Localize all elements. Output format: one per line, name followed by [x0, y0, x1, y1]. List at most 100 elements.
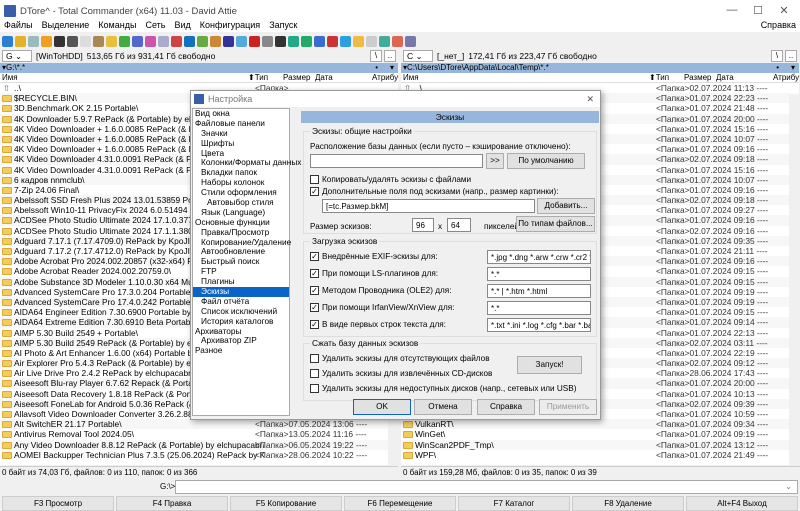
cancel-button[interactable]: Отмена [414, 399, 472, 415]
toolbar-button-icon[interactable] [184, 36, 195, 47]
menu-item[interactable]: Запуск [269, 20, 297, 30]
toolbar-button-icon[interactable] [145, 36, 156, 47]
file-row[interactable]: Any Video Downloader 8.8.12 RePack (& Po… [0, 440, 398, 450]
toolbar-button-icon[interactable] [28, 36, 39, 47]
fkey-button[interactable]: F3 Просмотр [2, 496, 114, 511]
toolbar-button-icon[interactable] [275, 36, 286, 47]
drive-select[interactable]: G ⌄ [2, 50, 32, 62]
parent-button[interactable]: .. [785, 50, 797, 62]
db-location-input[interactable] [310, 154, 483, 168]
toolbar-button-icon[interactable] [119, 36, 130, 47]
menu-item[interactable]: Файлы [4, 20, 33, 30]
width-input[interactable]: 96 [412, 218, 434, 232]
height-input[interactable]: 64 [447, 218, 471, 232]
help-button[interactable]: Справка [477, 399, 535, 415]
file-row[interactable]: WPF\<Папка>01.07.2024 21:49 ---- [401, 450, 799, 460]
toolbar-button-icon[interactable] [288, 36, 299, 47]
col-attr[interactable]: Атрибу [773, 73, 799, 83]
toolbar-button-icon[interactable] [132, 36, 143, 47]
load-method-input[interactable]: *.jpg *.dng *.arw *.crw *.cr2 * [487, 250, 591, 264]
chevron-down-icon[interactable]: ⌄ [785, 482, 792, 491]
toolbar-button-icon[interactable] [15, 36, 26, 47]
col-name[interactable]: Имя [403, 73, 419, 83]
toolbar-button-icon[interactable] [340, 36, 351, 47]
toolbar-button-icon[interactable] [158, 36, 169, 47]
col-name[interactable]: Имя [2, 73, 18, 83]
toolbar-button-icon[interactable] [327, 36, 338, 47]
dialog-close-icon[interactable]: ✕ [586, 94, 594, 105]
toolbar-button-icon[interactable] [366, 36, 377, 47]
menu-item-help[interactable]: Справка [761, 20, 796, 30]
toolbar-button-icon[interactable] [249, 36, 260, 47]
hotlist-icon[interactable]: ▾ [791, 63, 795, 73]
fkey-button[interactable]: Alt+F4 Выход [686, 496, 798, 511]
load-method-input[interactable]: *.* [487, 301, 591, 315]
file-row[interactable]: Antivirus Removal Tool 2024.05\<Папка>13… [0, 429, 398, 439]
scrollbar[interactable] [789, 95, 799, 465]
toolbar-button-icon[interactable] [236, 36, 247, 47]
drive-select[interactable]: C ⌄ [403, 50, 433, 62]
col-size[interactable]: Размер [684, 73, 712, 83]
delete-option-checkbox[interactable] [310, 369, 319, 378]
toolbar-button-icon[interactable] [262, 36, 273, 47]
toolbar-button-icon[interactable] [171, 36, 182, 47]
delete-option-checkbox[interactable] [310, 354, 319, 363]
load-method-input[interactable]: *.txt *.ini *.log *.cfg *.bar *.bat [487, 318, 591, 332]
load-method-checkbox[interactable]: ✓ [310, 320, 319, 329]
apply-button[interactable]: Применить [539, 399, 597, 415]
toolbar-button-icon[interactable] [223, 36, 234, 47]
col-size[interactable]: Размер [283, 73, 311, 83]
file-row[interactable]: AOMEI Backupper Technician Plus 7.3.5 (2… [0, 450, 398, 460]
toolbar-button-icon[interactable] [2, 36, 13, 47]
extra-fields-input[interactable]: [=tc.Размер.bkM] [322, 199, 535, 213]
fkey-button[interactable]: F4 Правка [116, 496, 228, 511]
menu-item[interactable]: Команды [98, 20, 136, 30]
toolbar-button-icon[interactable] [301, 36, 312, 47]
add-button[interactable]: Добавить... [537, 198, 595, 214]
load-method-checkbox[interactable]: ✓ [310, 286, 319, 295]
col-type[interactable]: ⬆Тип [649, 73, 669, 83]
minimize-button[interactable]: — [720, 4, 744, 16]
toolbar-button-icon[interactable] [314, 36, 325, 47]
load-method-checkbox[interactable]: ✓ [310, 303, 319, 312]
col-date[interactable]: Дата [716, 73, 734, 83]
col-attr[interactable]: Атрибу [372, 73, 398, 83]
by-file-type-button[interactable]: По типам файлов... [516, 216, 595, 232]
toolbar-button-icon[interactable] [54, 36, 65, 47]
root-button[interactable]: \ [370, 50, 382, 62]
extra-fields-checkbox[interactable]: ✓ [310, 187, 319, 196]
file-row[interactable]: WinGet\<Папка>01.07.2024 09:19 ---- [401, 429, 799, 439]
delete-option-checkbox[interactable] [310, 384, 319, 393]
load-method-input[interactable]: *.* [487, 267, 591, 281]
toolbar-button-icon[interactable] [379, 36, 390, 47]
file-row[interactable]: WinScan2PDF_Tmp\<Папка>01.07.2024 13:12 … [401, 440, 799, 450]
load-method-input[interactable]: *.* | *.htm *.html [487, 284, 591, 298]
toolbar-button-icon[interactable] [353, 36, 364, 47]
fkey-button[interactable]: F6 Перемещение [344, 496, 456, 511]
toolbar-button-icon[interactable] [405, 36, 416, 47]
path-bar[interactable]: ▾G:\*.*•▾ [0, 63, 398, 73]
toolbar-button-icon[interactable] [197, 36, 208, 47]
toolbar-button-icon[interactable] [210, 36, 221, 47]
menu-item[interactable]: Конфигурация [200, 20, 260, 30]
parent-button[interactable]: .. [384, 50, 396, 62]
command-input[interactable] [175, 480, 798, 494]
file-row[interactable]: Alt SwitchER 21.17 Portable\<Папка>07.05… [0, 419, 398, 429]
copy-thumbnails-checkbox[interactable] [310, 175, 319, 184]
browse-button[interactable]: >> [486, 153, 504, 169]
menu-item[interactable]: Выделение [42, 20, 90, 30]
toolbar-button-icon[interactable] [41, 36, 52, 47]
toolbar-button-icon[interactable] [80, 36, 91, 47]
run-button[interactable]: Запуск! [517, 356, 582, 374]
toolbar-button-icon[interactable] [392, 36, 403, 47]
menu-item[interactable]: Сеть [145, 20, 165, 30]
load-method-checkbox[interactable]: ✓ [310, 269, 319, 278]
close-button[interactable]: ✕ [772, 4, 796, 17]
ok-button[interactable]: OK [353, 399, 411, 415]
load-method-checkbox[interactable]: ✓ [310, 252, 319, 261]
tree-item[interactable]: Разное [193, 346, 289, 356]
file-row[interactable]: VulkanRT\<Папка>01.07.2024 09:34 ---- [401, 419, 799, 429]
default-button[interactable]: По умолчанию [507, 153, 585, 169]
maximize-button[interactable]: ☐ [746, 4, 770, 17]
col-type[interactable]: ⬆Тип [248, 73, 268, 83]
